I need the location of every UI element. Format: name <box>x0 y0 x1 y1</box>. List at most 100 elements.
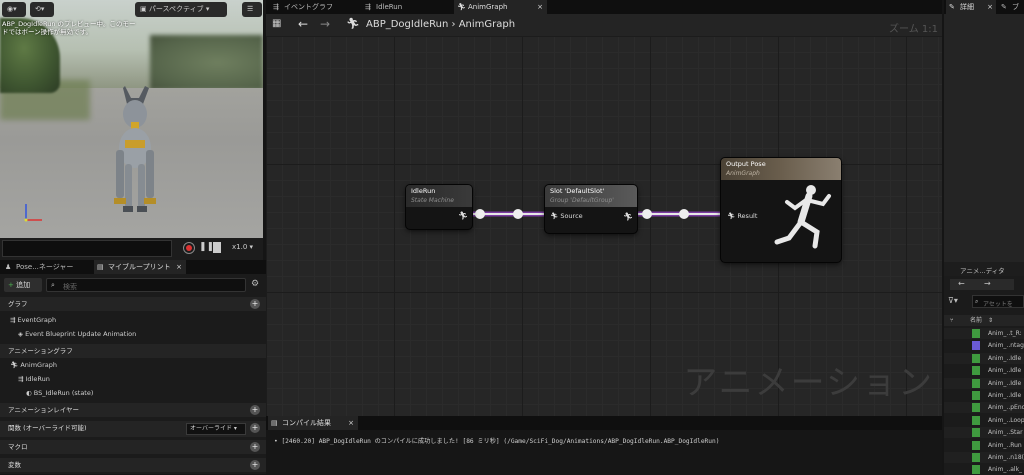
anim-graph-item[interactable]: 🏃︎ AnimGraph <box>10 360 57 370</box>
add-variable-icon[interactable]: + <box>250 460 260 470</box>
asset-search-input[interactable]: ⌕ アセットを <box>972 295 1024 308</box>
stop-button[interactable] <box>213 242 221 253</box>
sort-icon: ⇕ <box>988 317 994 324</box>
asset-row-label: Anim_..n18( <box>988 454 1024 461</box>
breadcrumb-root[interactable]: ABP_DogIdleRun <box>366 19 448 30</box>
close-details-icon[interactable]: × <box>987 0 993 14</box>
axis-gizmo <box>24 204 42 222</box>
forward-arrow-icon[interactable]: → <box>320 17 330 31</box>
tab-blueprint[interactable]: ✎ ブ <box>998 0 1024 14</box>
node-idlerun[interactable]: IdleRun State Machine 🏃︎ <box>406 185 472 229</box>
asset-row[interactable]: Anim_..n18( <box>944 452 1024 463</box>
tab-animgraph[interactable]: 🏃︎ AnimGraph × <box>454 0 547 14</box>
asset-row[interactable]: Anim_..Star <box>944 427 1024 439</box>
tab-event-graph[interactable]: ⇶ イベントグラフ <box>270 0 356 14</box>
event-update-item[interactable]: ◈ Event Blueprint Update Animation <box>18 329 136 339</box>
grid-icon[interactable]: ▦ <box>272 18 281 29</box>
asset-row[interactable]: Anim_..Run <box>944 439 1024 451</box>
asset-row[interactable]: Anim_..t_R: <box>944 328 1024 339</box>
breadcrumb-current[interactable]: AnimGraph <box>459 19 515 30</box>
record-button[interactable] <box>183 242 195 254</box>
tab-details[interactable]: ✎ 詳細 × <box>946 0 996 14</box>
add-macro-icon[interactable]: + <box>250 442 260 452</box>
asset-row[interactable]: Anim_..Idle <box>944 377 1024 389</box>
filter-icon[interactable]: ⊽▾ <box>948 296 958 305</box>
viewport-menu-button[interactable]: ☰ <box>242 2 262 17</box>
event-graph-item[interactable]: ⇶ EventGraph <box>10 315 56 325</box>
add-button[interactable]: + 追加 <box>4 278 42 292</box>
close-icon[interactable]: × <box>176 260 182 274</box>
anim-asset-icon <box>972 428 980 438</box>
asset-row[interactable]: Anim_..Loop <box>944 414 1024 426</box>
search-input[interactable]: ⌕ 検索 <box>46 278 246 292</box>
reroute-node[interactable] <box>642 209 652 219</box>
node-output-header: Output Pose AnimGraph <box>721 158 841 180</box>
reroute-node[interactable] <box>679 209 689 219</box>
node-slot-subtitle: Group 'DefaultGroup' <box>550 197 614 204</box>
section-functions[interactable]: 関数 (オーバーライド可能) オーバーライド ▾ + <box>0 421 266 437</box>
node-output-subtitle: AnimGraph <box>726 170 760 177</box>
asset-row[interactable]: Anim_..Idle <box>944 390 1024 401</box>
view-options-icon: ◉▾ <box>7 5 17 13</box>
asset-row[interactable]: Anim_..alk_ <box>944 464 1024 475</box>
back-icon[interactable]: ← <box>958 279 965 288</box>
pencil-icon: ✎ <box>949 3 955 11</box>
timeline-field[interactable] <box>2 240 172 257</box>
add-label: 追加 <box>16 281 31 289</box>
node-output-pose[interactable]: Output Pose AnimGraph 🏃︎ Result <box>721 158 841 262</box>
section-graphs[interactable]: グラフ + <box>0 297 266 311</box>
section-variables[interactable]: 変数 + <box>0 458 266 472</box>
pose-pin-icon[interactable]: 🏃︎ <box>623 212 633 221</box>
pause-button[interactable]: ❚❚ <box>199 242 214 252</box>
reroute-node[interactable] <box>513 209 523 219</box>
node-output-title: Output Pose <box>726 160 766 168</box>
running-man-tab-icon: 🏃︎ <box>457 3 466 11</box>
blueprint-tab-icon: ▤ <box>97 263 104 271</box>
node-idlerun-subtitle: State Machine <box>411 197 454 204</box>
result-pin[interactable]: 🏃︎ Result <box>727 212 757 220</box>
section-macros[interactable]: マクロ + <box>0 440 266 454</box>
tab-idlerun[interactable]: ⇶ IdleRun <box>362 0 448 14</box>
bs-state-item[interactable]: ◐ BS_IdleRun (state) <box>26 388 93 398</box>
section-anim-graphs[interactable]: アニメーショングラフ <box>0 344 266 358</box>
asset-row[interactable]: Anim_..ntag <box>944 340 1024 352</box>
camera-options-button[interactable]: ⟲▾ <box>30 2 54 17</box>
source-pin[interactable]: 🏃︎ Source <box>550 212 583 220</box>
reroute-node[interactable] <box>475 209 485 219</box>
asset-table-header[interactable]: ⑂ 名前 ⇕ <box>944 315 1024 326</box>
dog-robot-model <box>114 86 156 212</box>
close-log-icon[interactable]: × <box>348 416 354 430</box>
anim-asset-icon <box>972 440 980 450</box>
node-idlerun-header: IdleRun State Machine <box>406 185 472 207</box>
close-tab-icon[interactable]: × <box>537 0 543 14</box>
section-anim-layers[interactable]: アニメーションレイヤー + <box>0 403 266 417</box>
tab-pose-manager[interactable]: ♟ Pose...ネージャー <box>2 260 90 274</box>
pose-pin-icon[interactable]: 🏃︎ <box>458 211 468 220</box>
node-slot[interactable]: Slot 'DefaultSlot' Group 'DefaultGroup' … <box>545 185 637 233</box>
gear-icon[interactable]: ⚙ <box>251 279 259 289</box>
anim-editor-tab[interactable]: アニメ...ディタ <box>944 262 1024 276</box>
override-dropdown[interactable]: オーバーライド ▾ <box>186 423 246 435</box>
preview-viewport[interactable]: ◉▾ ⟲▾ ▣ パースペクティブ ▾ ☰ ABP_DogIdleRun のプレビ… <box>0 0 263 260</box>
playback-speed[interactable]: x1.0 ▾ <box>232 243 253 251</box>
tab-idlerun-label: IdleRun <box>376 3 403 11</box>
tab-animgraph-label: AnimGraph <box>468 3 508 11</box>
anim-graph-canvas[interactable]: IdleRun State Machine 🏃︎ Slot 'DefaultSl… <box>266 36 942 416</box>
add-graph-icon[interactable]: + <box>250 299 260 309</box>
idlerun-item[interactable]: ⇶ IdleRun <box>18 374 50 384</box>
back-arrow-icon[interactable]: ← <box>298 17 308 31</box>
forward-icon[interactable]: → <box>984 279 991 288</box>
tab-compile-results[interactable]: ▤ コンパイル結果 × <box>268 416 358 430</box>
asset-row[interactable]: Anim_..Idle <box>944 352 1024 364</box>
perspective-button[interactable]: ▣ パースペクティブ ▾ <box>135 2 227 17</box>
asset-row-label: Anim_..ntag <box>988 342 1024 350</box>
tab-blueprint-label: ブ <box>1012 3 1019 11</box>
tab-my-blueprint[interactable]: ▤ マイブループリント × <box>94 260 186 274</box>
view-options-button[interactable]: ◉▾ <box>2 2 26 17</box>
add-function-icon[interactable]: + <box>250 423 260 433</box>
asset-row[interactable]: Anim_..pEnc <box>944 402 1024 414</box>
add-layer-icon[interactable]: + <box>250 405 260 415</box>
graph-icon: ⇶ <box>10 316 18 324</box>
asset-row[interactable]: Anim_..Idle <box>944 365 1024 377</box>
asset-row-label: Anim_..pEnc <box>988 404 1024 412</box>
